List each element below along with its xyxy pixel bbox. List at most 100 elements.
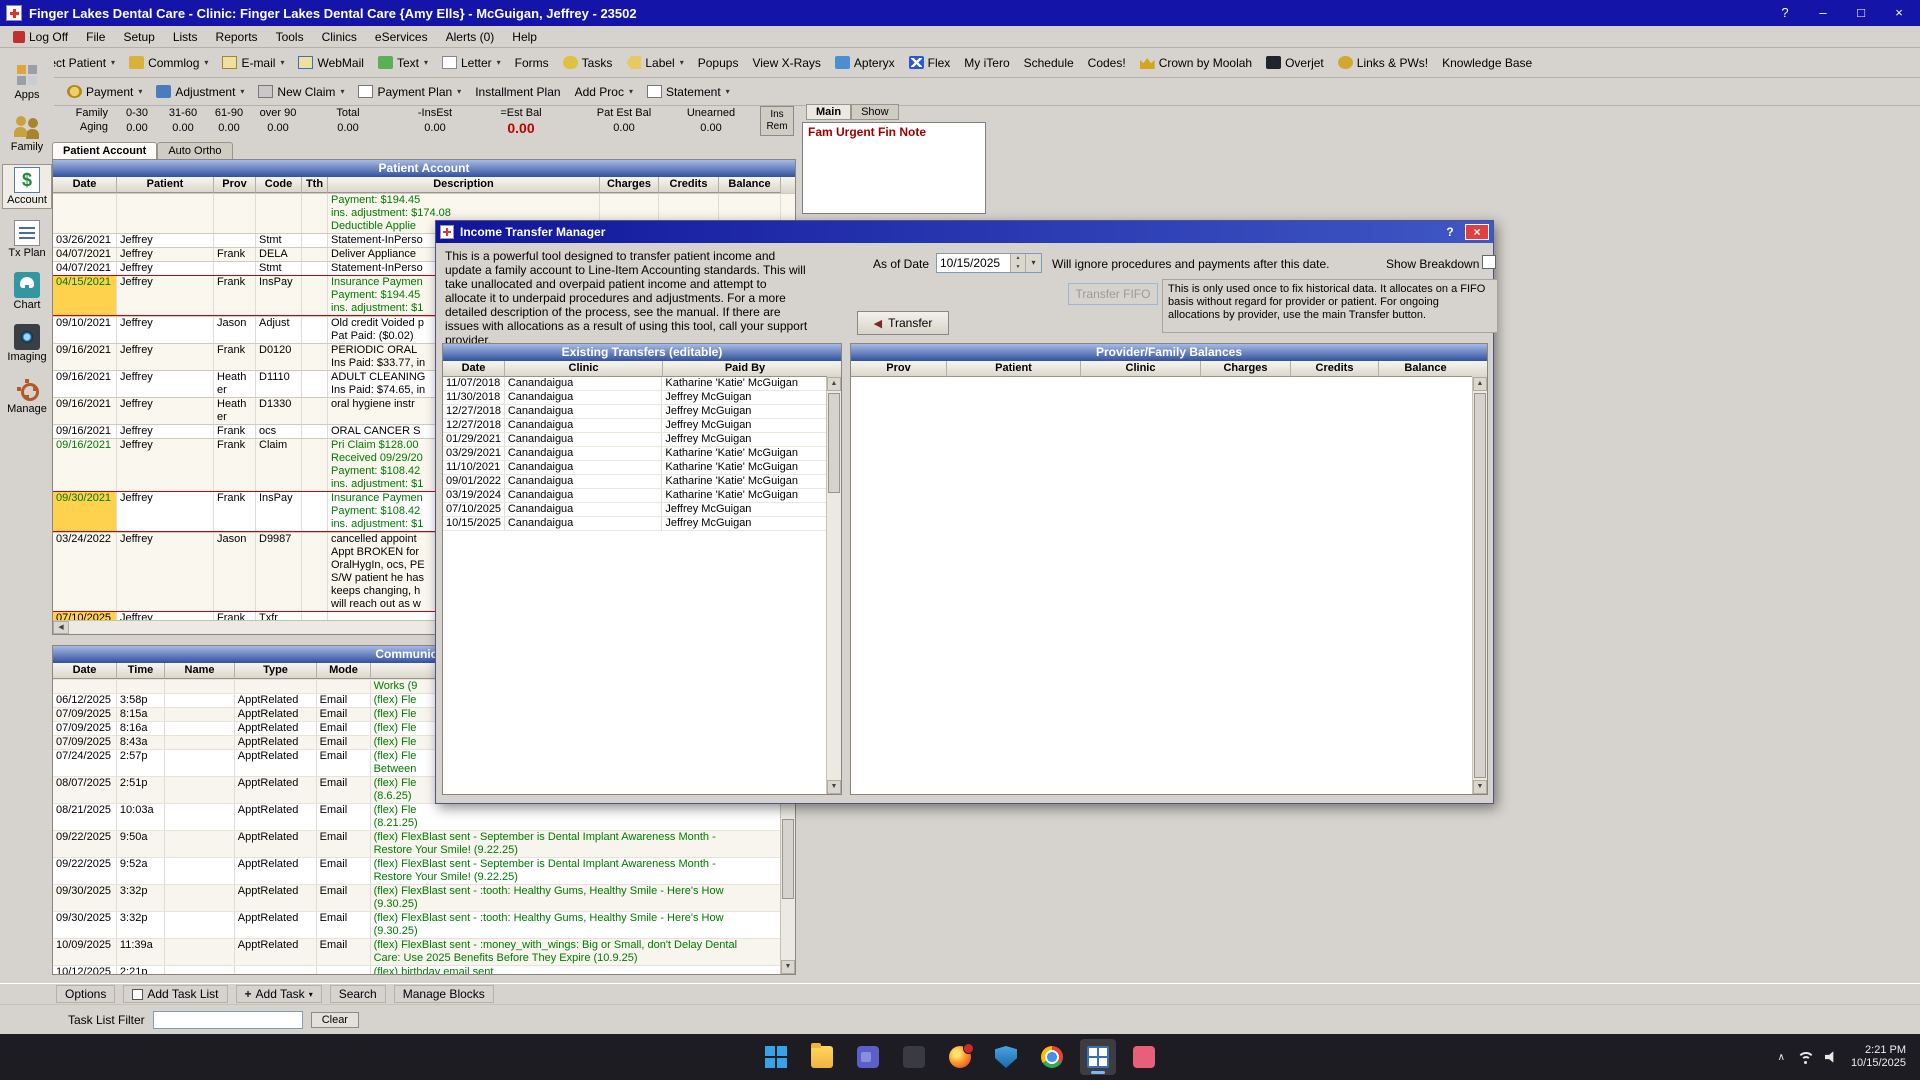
communication-row[interactable]: 09/22/2025 9:52a ApptRelated Email (flex… xyxy=(53,857,780,884)
communication-row[interactable]: 09/22/2025 9:50a ApptRelated Email (flex… xyxy=(53,830,780,857)
apteryx-button[interactable]: Apteryx ▾ xyxy=(828,53,902,73)
spin-up-icon[interactable]: ▲ xyxy=(1011,254,1025,263)
column-header[interactable]: Prov xyxy=(214,177,256,193)
menu-setup[interactable]: Setup xyxy=(114,28,163,46)
manage-blocks-button[interactable]: Manage Blocks xyxy=(394,985,494,1003)
tab-main[interactable]: Main xyxy=(806,104,851,120)
view-xrays-button[interactable]: View X-Rays ▾ xyxy=(745,53,827,73)
label-button[interactable]: Label ▾ xyxy=(619,53,690,73)
column-header[interactable]: Date xyxy=(53,663,117,679)
clear-button[interactable]: Clear xyxy=(311,1012,359,1028)
file-explorer-icon[interactable] xyxy=(804,1039,840,1075)
column-header[interactable]: Charges xyxy=(1201,361,1291,377)
menu-alerts[interactable]: Alerts (0) xyxy=(437,28,504,46)
transfer-row[interactable]: 07/10/2025 Canandaigua Jeffrey McGuigan xyxy=(443,503,826,517)
transfer-row[interactable]: 11/10/2021 Canandaigua Katharine 'Katie'… xyxy=(443,461,826,475)
volume-icon[interactable] xyxy=(1825,1050,1839,1064)
overjet-button[interactable]: Overjet ▾ xyxy=(1259,53,1331,73)
open-dental-app-icon[interactable] xyxy=(1080,1039,1116,1075)
transfer-row[interactable]: 11/30/2018 Canandaigua Jeffrey McGuigan xyxy=(443,391,826,405)
payment-plan-button[interactable]: Payment Plan ▾ xyxy=(351,82,468,102)
codes-button[interactable]: Codes! ▾ xyxy=(1081,53,1133,73)
maximize-button[interactable]: □ xyxy=(1846,3,1876,23)
sidebar-item-tx-plan[interactable]: Tx Plan xyxy=(2,218,52,261)
column-header[interactable]: Time xyxy=(117,663,165,679)
knowledge-base-button[interactable]: Knowledge Base ▾ xyxy=(1435,53,1539,73)
scroll-down-button[interactable]: ▼ xyxy=(827,780,841,794)
transfer-row[interactable]: 12/27/2018 Canandaigua Jeffrey McGuigan xyxy=(443,419,826,433)
sidebar-item-family[interactable]: Family xyxy=(2,112,52,155)
scrollbar-thumb[interactable] xyxy=(1474,393,1486,778)
chrome-icon[interactable] xyxy=(1034,1039,1070,1075)
scroll-down-button[interactable]: ▼ xyxy=(1473,780,1487,794)
email-button[interactable]: E-mail ▾ xyxy=(215,53,291,73)
menu-lists[interactable]: Lists xyxy=(164,28,207,46)
column-header[interactable]: Patient xyxy=(117,177,214,193)
commlog-button[interactable]: Commlog ▾ xyxy=(122,53,215,73)
vertical-scrollbar[interactable]: ▲ ▼ xyxy=(1472,377,1487,794)
sidebar-item-account[interactable]: Account xyxy=(2,164,52,209)
add-task-list-button[interactable]: Add Task List xyxy=(123,985,227,1003)
column-header[interactable]: Mode xyxy=(317,663,371,679)
vertical-scrollbar[interactable]: ▲ ▼ xyxy=(826,377,841,794)
transfer-row[interactable]: 11/07/2018 Canandaigua Katharine 'Katie'… xyxy=(443,377,826,391)
scroll-up-button[interactable]: ▲ xyxy=(827,377,841,391)
transfer-fifo-button[interactable]: Transfer FIFO xyxy=(1068,283,1158,305)
options-button[interactable]: Options xyxy=(56,985,115,1003)
communication-row[interactable]: 10/12/2025 2:21p (flex) birthday email s… xyxy=(53,965,780,974)
as-of-date-input[interactable]: 10/15/2025 ▲ ▼ ▾ xyxy=(936,253,1042,273)
column-header[interactable]: Credits xyxy=(659,177,719,193)
menu-help[interactable]: Help xyxy=(503,28,546,46)
add-task-button[interactable]: + Add Task ▾ xyxy=(236,985,322,1003)
menu-clinics[interactable]: Clinics xyxy=(313,28,366,46)
column-header[interactable]: Name xyxy=(165,663,235,679)
communication-row[interactable]: 09/30/2025 3:32p ApptRelated Email (flex… xyxy=(53,911,780,938)
pink-app-icon[interactable] xyxy=(1126,1039,1162,1075)
tray-chevron-icon[interactable]: ∧ xyxy=(1778,1052,1785,1063)
column-header[interactable]: Date xyxy=(53,177,117,193)
my-itero-button[interactable]: My iTero ▾ xyxy=(957,53,1016,73)
add-proc-button[interactable]: Add Proc ▾ xyxy=(568,82,640,102)
scroll-left-button[interactable]: ◀ xyxy=(53,621,69,634)
menu-tools[interactable]: Tools xyxy=(267,28,313,46)
sidebar-item-imaging[interactable]: Imaging xyxy=(2,322,52,365)
sidebar-item-manage[interactable]: Manage xyxy=(2,374,52,417)
family-urgent-fin-note[interactable]: Fam Urgent Fin Note xyxy=(802,122,986,214)
tab-patient-account[interactable]: Patient Account xyxy=(52,142,157,159)
transfer-row[interactable]: 03/19/2024 Canandaigua Katharine 'Katie'… xyxy=(443,489,826,503)
menu-reports[interactable]: Reports xyxy=(207,28,267,46)
wifi-icon[interactable] xyxy=(1797,1051,1813,1064)
new-claim-button[interactable]: New Claim ▾ xyxy=(251,82,351,102)
column-header[interactable]: Charges xyxy=(600,177,659,193)
dialog-help-button[interactable]: ? xyxy=(1441,225,1459,239)
communication-row[interactable]: 08/21/2025 10:03a ApptRelated Email (fle… xyxy=(53,803,780,830)
column-header[interactable]: Balance xyxy=(1379,361,1472,377)
dark-app-icon[interactable] xyxy=(896,1039,932,1075)
scrollbar-thumb[interactable] xyxy=(782,819,794,899)
column-header[interactable]: Clinic xyxy=(505,361,663,377)
tab-show[interactable]: Show xyxy=(851,104,899,120)
tasks-button[interactable]: Tasks ▾ xyxy=(556,53,620,73)
dialog-close-button[interactable]: × xyxy=(1465,224,1489,240)
start-button[interactable] xyxy=(758,1039,794,1075)
column-header[interactable]: Clinic xyxy=(1081,361,1201,377)
spin-down-icon[interactable]: ▼ xyxy=(1011,263,1025,272)
installment-plan-button[interactable]: Installment Plan ▾ xyxy=(468,82,567,102)
statement-button[interactable]: Statement ▾ xyxy=(640,82,737,102)
show-breakdown-checkbox[interactable] xyxy=(1482,255,1496,269)
communication-row[interactable]: 09/30/2025 3:32p ApptRelated Email (flex… xyxy=(53,884,780,911)
schedule-button[interactable]: Schedule ▾ xyxy=(1017,53,1081,73)
forms-button[interactable]: Forms ▾ xyxy=(508,53,556,73)
menu-log-off[interactable]: Log Off xyxy=(4,28,77,46)
sidebar-item-apps[interactable]: Apps xyxy=(2,60,52,103)
sidebar-item-chart[interactable]: Chart xyxy=(2,270,52,313)
menu-eservices[interactable]: eServices xyxy=(366,28,437,46)
scroll-up-button[interactable]: ▲ xyxy=(1473,377,1487,391)
column-header[interactable]: Type xyxy=(235,663,317,679)
minimize-button[interactable]: – xyxy=(1808,3,1838,23)
transfer-row[interactable]: 03/29/2021 Canandaigua Katharine 'Katie'… xyxy=(443,447,826,461)
menu-file[interactable]: File xyxy=(77,28,114,46)
windows-security-icon[interactable] xyxy=(988,1039,1024,1075)
column-header[interactable]: Date xyxy=(443,361,505,377)
date-spinner[interactable]: ▲ ▼ xyxy=(1010,254,1025,272)
